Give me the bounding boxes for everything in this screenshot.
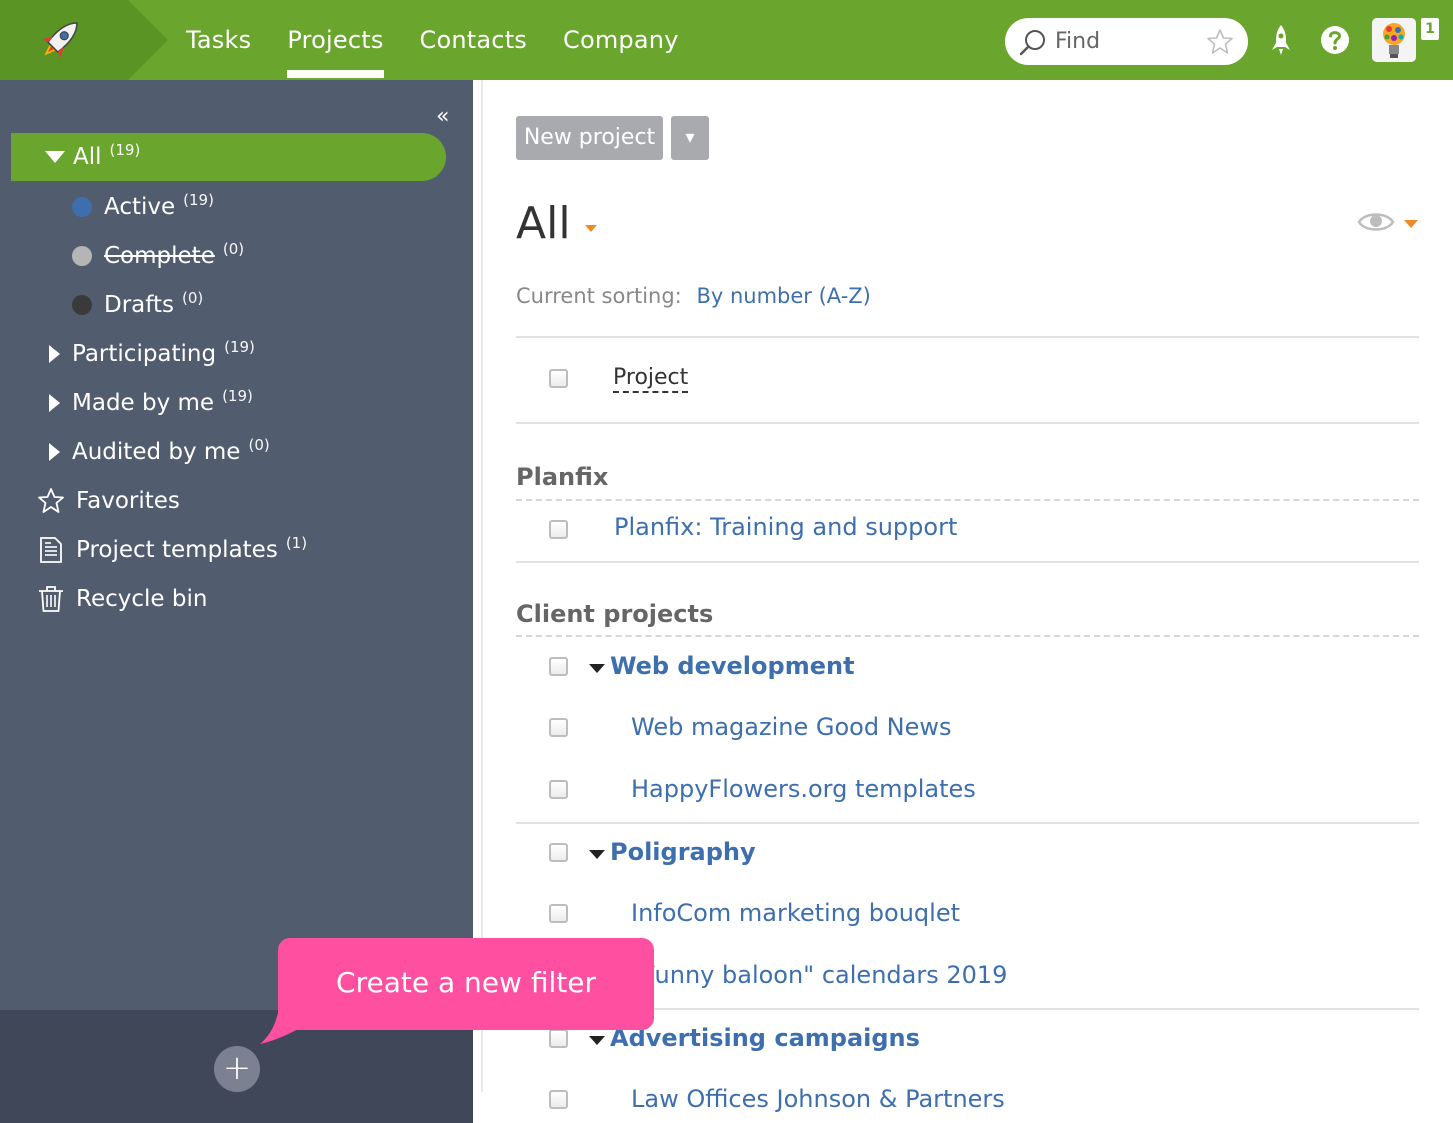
help-icon[interactable] xyxy=(1320,22,1350,58)
project-row[interactable]: InfoCom marketing bouqlet xyxy=(631,899,960,927)
column-header-project[interactable]: Project xyxy=(613,365,689,393)
project-row[interactable]: Web magazine Good News xyxy=(631,713,952,741)
status-dot-icon xyxy=(72,197,92,217)
filter-label: Complete xyxy=(104,243,215,269)
group-header: Planfix xyxy=(516,463,609,491)
main-nav: Tasks Projects Contacts Company xyxy=(186,0,715,80)
filter-label: Project templates xyxy=(76,537,278,563)
new-project-button[interactable]: New project xyxy=(516,116,663,160)
filter-count: (0) xyxy=(248,436,270,454)
collapse-triangle-icon[interactable] xyxy=(589,850,605,859)
search-input[interactable] xyxy=(1055,26,1195,56)
expand-right-icon xyxy=(49,443,60,461)
filter-label: Drafts xyxy=(104,292,174,318)
row-checkbox[interactable] xyxy=(549,843,568,862)
divider xyxy=(516,822,1419,824)
row-checkbox[interactable] xyxy=(549,1090,568,1109)
title-dropdown-icon[interactable] xyxy=(585,225,597,232)
filter-count: (19) xyxy=(109,141,141,159)
page-title: All xyxy=(516,198,571,249)
new-project-dropdown-button[interactable]: ▾ xyxy=(671,116,709,160)
collapse-triangle-icon[interactable] xyxy=(589,1036,605,1045)
app-logo[interactable] xyxy=(0,0,170,80)
sorting-link[interactable]: By number (A-Z) xyxy=(696,284,870,308)
divider xyxy=(516,499,1419,501)
expand-down-icon xyxy=(45,151,65,163)
group-header: Client projects xyxy=(516,600,714,628)
project-row[interactable]: Law Offices Johnson & Partners xyxy=(631,1085,1005,1113)
divider xyxy=(516,635,1419,637)
filter-all[interactable]: All (19) xyxy=(11,133,446,181)
filter-project-templates[interactable]: Project templates (1) xyxy=(37,526,307,574)
filter-count: (19) xyxy=(224,338,255,356)
filter-participating[interactable]: Participating (19) xyxy=(49,330,255,378)
favorite-star-icon[interactable] xyxy=(1205,27,1235,57)
nav-tab-contacts[interactable]: Contacts xyxy=(420,0,527,80)
filter-active[interactable]: Active (19) xyxy=(72,183,214,231)
search-icon xyxy=(1019,30,1045,56)
filter-count: (19) xyxy=(222,387,253,405)
row-checkbox[interactable] xyxy=(549,718,568,737)
filter-recycle-bin[interactable]: Recycle bin xyxy=(37,575,207,623)
nav-tab-tasks[interactable]: Tasks xyxy=(186,0,251,80)
top-bar: Tasks Projects Contacts Company Find 1 xyxy=(0,0,1453,80)
row-checkbox[interactable] xyxy=(549,1029,568,1048)
status-dot-icon xyxy=(72,246,92,266)
project-row[interactable]: HappyFlowers.org templates xyxy=(631,775,976,803)
filter-made-by-me[interactable]: Made by me (19) xyxy=(49,379,253,427)
user-avatar[interactable] xyxy=(1372,18,1416,62)
filter-drafts[interactable]: Drafts (0) xyxy=(72,281,203,329)
sorting-info: Current sorting: By number (A-Z) xyxy=(516,284,871,308)
row-checkbox[interactable] xyxy=(549,657,568,676)
divider xyxy=(516,422,1419,424)
filter-label: Favorites xyxy=(76,488,180,514)
filter-label: Active xyxy=(104,194,176,220)
row-checkbox[interactable] xyxy=(549,904,568,923)
project-row[interactable]: "Funny baloon" calendars 2019 xyxy=(631,961,1007,989)
project-row-parent[interactable]: Web development xyxy=(610,652,855,680)
status-dot-icon xyxy=(72,295,92,315)
row-checkbox[interactable] xyxy=(549,520,568,539)
divider xyxy=(516,561,1419,563)
search-box xyxy=(1005,18,1248,65)
filter-count: (0) xyxy=(181,289,204,307)
nav-tab-company[interactable]: Company xyxy=(563,0,679,80)
project-row-parent[interactable]: Advertising campaigns xyxy=(610,1024,920,1052)
collapse-triangle-icon[interactable] xyxy=(589,664,605,673)
expand-right-icon xyxy=(49,345,60,363)
project-row[interactable]: Planfix: Training and support xyxy=(614,513,957,541)
notification-badge[interactable]: 1 xyxy=(1421,18,1439,40)
document-icon xyxy=(40,537,62,563)
divider xyxy=(516,336,1419,338)
rocket-icon[interactable] xyxy=(1267,22,1295,58)
trash-icon xyxy=(39,586,63,612)
filter-audited-by-me[interactable]: Audited by me (0) xyxy=(49,428,270,476)
filter-label: Recycle bin xyxy=(76,586,208,612)
add-filter-button[interactable]: + xyxy=(214,1046,260,1092)
filter-label: Made by me xyxy=(72,390,215,416)
collapse-sidebar-icon[interactable]: « xyxy=(436,104,449,129)
view-dropdown-icon[interactable] xyxy=(1404,220,1418,228)
filter-count: (1) xyxy=(285,534,308,552)
filter-complete[interactable]: Complete (0) xyxy=(72,232,244,280)
sorting-label: Current sorting: xyxy=(516,284,682,308)
star-icon xyxy=(38,488,64,513)
select-all-checkbox[interactable] xyxy=(549,369,568,388)
project-row-parent[interactable]: Poligraphy xyxy=(610,838,756,866)
nav-tab-projects[interactable]: Projects xyxy=(287,0,384,80)
filter-count: (19) xyxy=(183,191,214,209)
filter-count: (0) xyxy=(222,240,245,258)
filter-label: Audited by me xyxy=(72,439,241,465)
filter-label: Participating xyxy=(72,341,217,367)
filter-label: All xyxy=(73,144,102,170)
filter-favorites[interactable]: Favorites xyxy=(37,477,180,525)
eye-icon[interactable] xyxy=(1357,208,1395,236)
row-checkbox[interactable] xyxy=(549,780,568,799)
create-filter-tooltip: Create a new filter xyxy=(278,938,654,1030)
expand-right-icon xyxy=(49,394,60,412)
